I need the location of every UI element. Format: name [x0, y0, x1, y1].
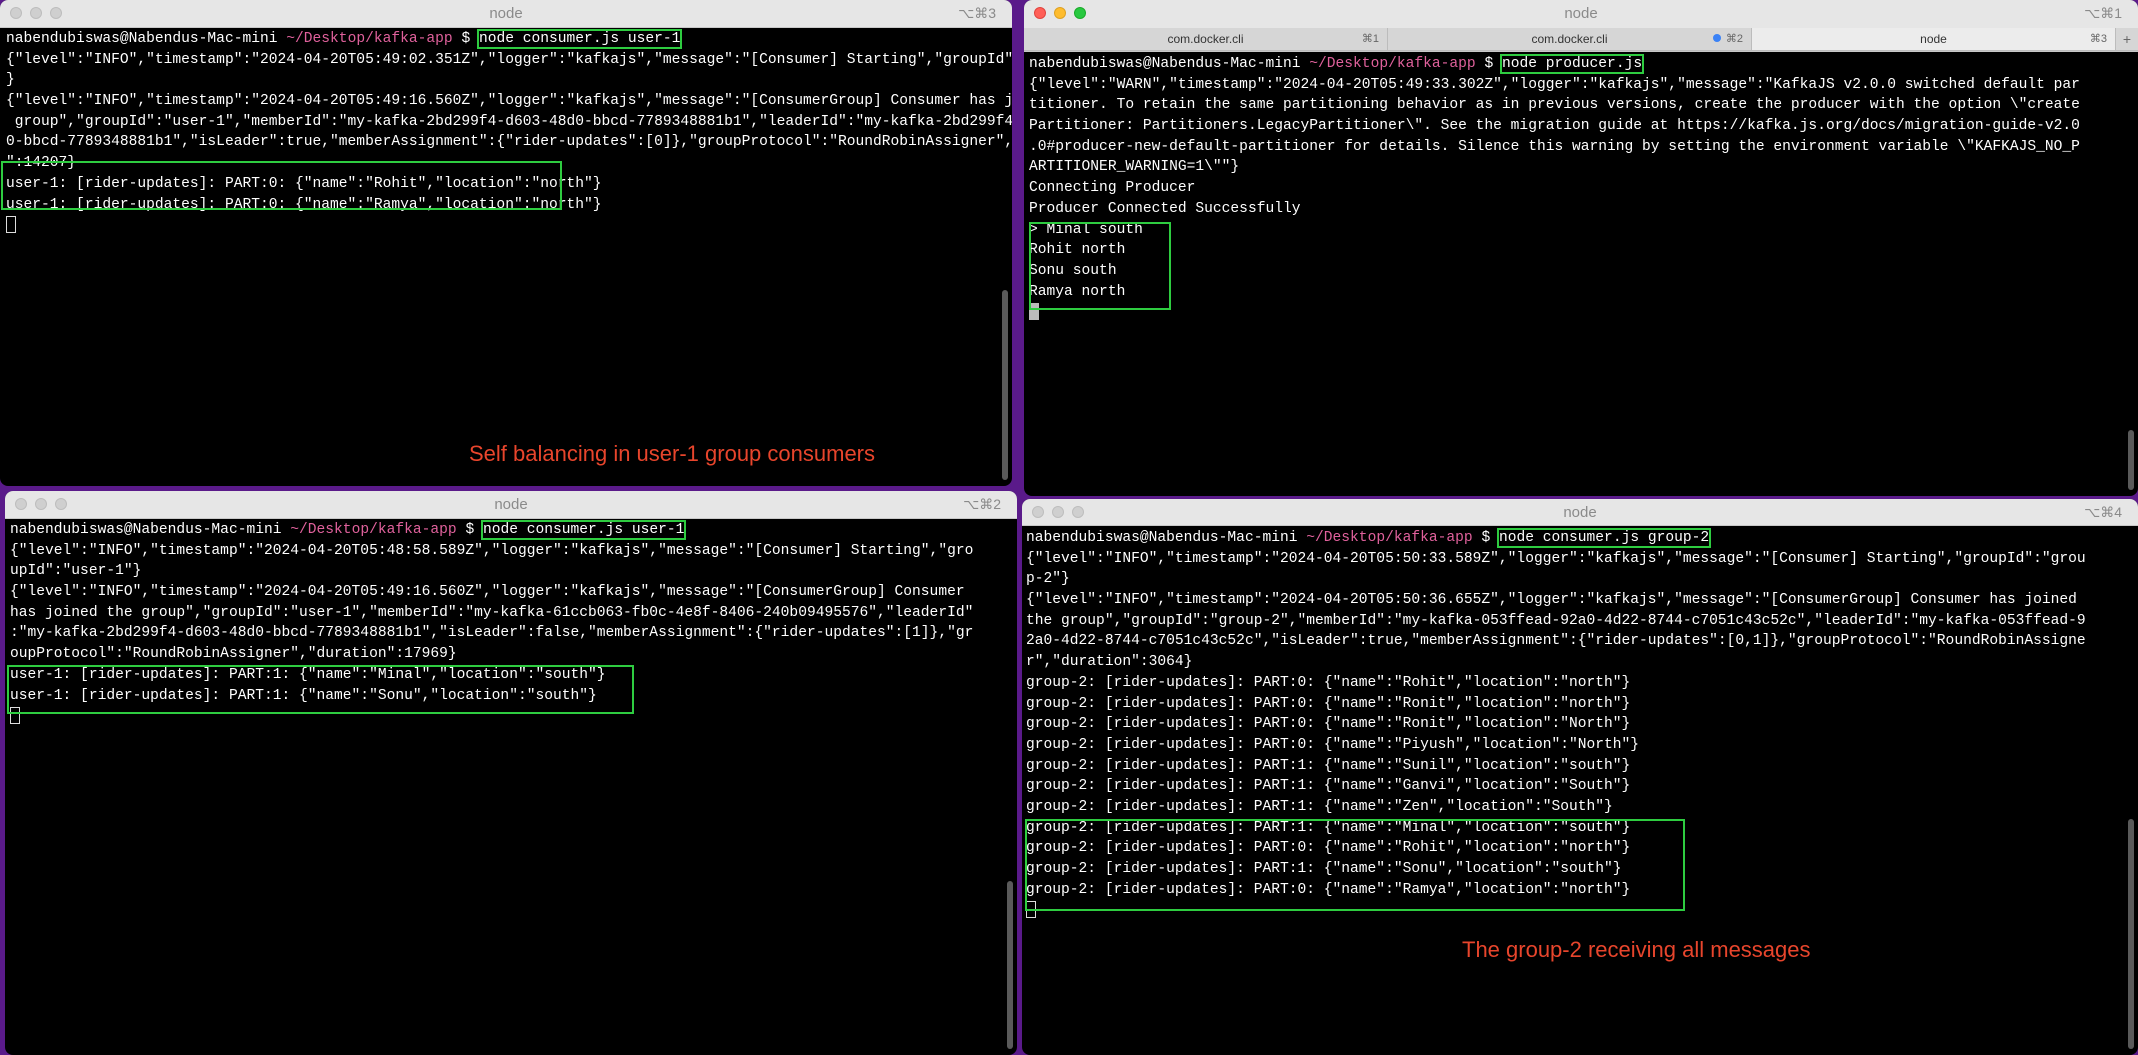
prompt-user: nabendubiswas@Nabendus-Mac-mini — [1026, 530, 1298, 546]
highlight-box — [1029, 222, 1171, 310]
output-line: Connecting Producer — [1029, 180, 1196, 197]
highlight-box — [7, 665, 634, 714]
input-line: Rohit north — [1029, 242, 1126, 259]
window-title: node — [489, 5, 523, 22]
cursor-line — [6, 215, 998, 236]
window-shortcut: ⌥⌘2 — [963, 496, 1001, 512]
output-line: .0#producer-new-default-partitioner for … — [1029, 138, 2080, 155]
prompt-path: ~/Desktop/kafka-app — [1306, 530, 1473, 546]
command-text: node consumer.js user-1 — [480, 520, 687, 540]
output-line: titioner. To retain the same partitionin… — [1029, 97, 2080, 114]
output-line: p-2"} — [1026, 571, 1070, 588]
tab-shortcut: ⌘1 — [1361, 33, 1379, 45]
input-line: > Minal south — [1029, 221, 1143, 238]
input-line: Sonu south — [1029, 262, 1117, 279]
tab-docker-cli-2[interactable]: com.docker.cli ⌘2 — [1388, 28, 1752, 50]
highlight-box — [1, 161, 562, 210]
window-titlebar[interactable]: node ⌥⌘4 — [1022, 499, 2138, 526]
output-line: :"my-kafka-2bd299f4-d603-48d0-bbcd-77893… — [10, 625, 974, 642]
window-titlebar[interactable]: node ⌥⌘2 — [5, 491, 1017, 519]
output-line: {"level":"INFO","timestamp":"2024-04-20T… — [10, 584, 965, 601]
tab-bar: com.docker.cli ⌘1 com.docker.cli ⌘2 node ⌘3… — [1024, 28, 2138, 51]
command-text: node producer.js — [1499, 54, 1645, 74]
message-line: group-2: [rider-updates]: PART:1: {"name… — [1026, 778, 1631, 795]
prompt-path: ~/Desktop/kafka-app — [286, 31, 453, 47]
output-line: {"level":"WARN","timestamp":"2024-04-20T… — [1029, 76, 2080, 93]
scrollbar[interactable] — [2128, 819, 2134, 1049]
prompt-path: ~/Desktop/kafka-app — [1309, 56, 1476, 72]
output-line: {"level":"INFO","timestamp":"2024-04-20T… — [6, 93, 1012, 110]
window-title: node — [1564, 5, 1598, 22]
output-line: {"level":"INFO","timestamp":"2024-04-20T… — [1026, 592, 2077, 609]
tab-shortcut: ⌘2 — [1725, 33, 1743, 45]
prompt-line: nabendubiswas@Nabendus-Mac-mini ~/Deskto… — [1029, 54, 2124, 75]
tab-docker-cli-1[interactable]: com.docker.cli ⌘1 — [1024, 28, 1388, 50]
output-line: upId":"user-1"} — [10, 563, 142, 580]
terminal-window-bottom-right[interactable]: node ⌥⌘4 nabendubiswas@Nabendus-Mac-mini… — [1022, 499, 2138, 1055]
command-text: node consumer.js user-1 — [476, 29, 683, 49]
prompt-user: nabendubiswas@Nabendus-Mac-mini — [1029, 56, 1301, 72]
tab-shortcut: ⌘3 — [2089, 33, 2107, 45]
output-line: group","groupId":"user-1","memberId":"my… — [6, 113, 1012, 130]
prompt-line: nabendubiswas@Nabendus-Mac-mini ~/Deskto… — [10, 520, 1003, 541]
activity-dot-icon — [1712, 34, 1721, 42]
window-shortcut: ⌥⌘3 — [958, 5, 996, 21]
window-title: node — [494, 496, 528, 513]
output-line: {"level":"INFO","timestamp":"2024-04-20T… — [6, 51, 1012, 68]
prompt-symbol: $ — [465, 522, 475, 538]
highlight-box — [1025, 819, 1685, 911]
output-line: the group","groupId":"group-2","memberId… — [1026, 612, 2086, 629]
output-line: Partitioner: Partitioners.LegacyPartitio… — [1029, 118, 2080, 135]
window-shortcut: ⌥⌘4 — [2084, 504, 2122, 520]
scrollbar[interactable] — [1002, 290, 1008, 480]
prompt-symbol: $ — [1484, 56, 1494, 72]
tab-shortcut-wrap: ⌘2 — [1712, 28, 1743, 50]
cursor-line — [1029, 302, 2124, 323]
message-line: group-2: [rider-updates]: PART:0: {"name… — [1026, 716, 1631, 733]
prompt-symbol: $ — [461, 31, 471, 47]
new-tab-plus-icon[interactable]: + — [2116, 28, 2138, 50]
output-line: {"level":"INFO","timestamp":"2024-04-20T… — [10, 542, 974, 559]
output-line: ARTITIONER_WARNING=1\""} — [1029, 159, 1240, 176]
terminal-output[interactable]: nabendubiswas@Nabendus-Mac-mini ~/Deskto… — [1029, 54, 2124, 323]
output-line: has joined the group","groupId":"user-1"… — [10, 604, 974, 621]
command-text: node consumer.js group-2 — [1496, 528, 1712, 548]
message-line: group-2: [rider-updates]: PART:0: {"name… — [1026, 674, 1631, 691]
tab-node[interactable]: node ⌘3 — [1752, 28, 2116, 50]
prompt-symbol: $ — [1481, 530, 1491, 546]
output-line: oupProtocol":"RoundRobinAssigner","durat… — [10, 646, 457, 663]
window-titlebar[interactable]: node ⌥⌘3 — [0, 0, 1012, 28]
tab-label: node — [1920, 32, 1947, 46]
prompt-line: nabendubiswas@Nabendus-Mac-mini ~/Deskto… — [1026, 528, 2124, 549]
tab-label: com.docker.cli — [1531, 32, 1608, 46]
output-line: {"level":"INFO","timestamp":"2024-04-20T… — [1026, 550, 2086, 567]
terminal-cursor — [6, 215, 16, 233]
output-line: } — [6, 72, 15, 89]
window-title: node — [1563, 504, 1597, 521]
scrollbar[interactable] — [1007, 881, 1013, 1049]
scrollbar[interactable] — [2128, 430, 2134, 490]
prompt-user: nabendubiswas@Nabendus-Mac-mini — [6, 31, 278, 47]
message-line: group-2: [rider-updates]: PART:1: {"name… — [1026, 757, 1631, 774]
tab-label: com.docker.cli — [1167, 32, 1244, 46]
output-line: Producer Connected Successfully — [1029, 200, 1301, 217]
terminal-window-bottom-left[interactable]: node ⌥⌘2 nabendubiswas@Nabendus-Mac-mini… — [5, 491, 1017, 1055]
prompt-path: ~/Desktop/kafka-app — [290, 522, 457, 538]
terminal-window-top-right[interactable]: node ⌥⌘1 com.docker.cli ⌘1 com.docker.cli… — [1024, 0, 2138, 496]
window-shortcut: ⌥⌘1 — [2084, 5, 2122, 21]
prompt-line: nabendubiswas@Nabendus-Mac-mini ~/Deskto… — [6, 29, 998, 50]
input-line: Ramya north — [1029, 283, 1126, 300]
annotation-text: The group-2 receiving all messages — [1462, 937, 1811, 962]
message-line: group-2: [rider-updates]: PART:0: {"name… — [1026, 736, 1640, 753]
output-line: r","duration":3064} — [1026, 654, 1193, 671]
annotation-text: Self balancing in user-1 group consumers — [469, 441, 876, 466]
prompt-user: nabendubiswas@Nabendus-Mac-mini — [10, 522, 282, 538]
output-line: 2a0-4d22-8744-c7051c43c52c","isLeader":t… — [1026, 633, 2086, 650]
window-titlebar[interactable]: node ⌥⌘1 com.docker.cli ⌘1 com.docker.cli… — [1024, 0, 2138, 52]
message-line: group-2: [rider-updates]: PART:0: {"name… — [1026, 695, 1631, 712]
message-line: group-2: [rider-updates]: PART:1: {"name… — [1026, 798, 1613, 815]
output-line: 0-bbcd-7789348881b1","isLeader":true,"me… — [6, 134, 1012, 151]
terminal-window-top-left[interactable]: node ⌥⌘3 nabendubiswas@Nabendus-Mac-mini… — [0, 0, 1012, 486]
